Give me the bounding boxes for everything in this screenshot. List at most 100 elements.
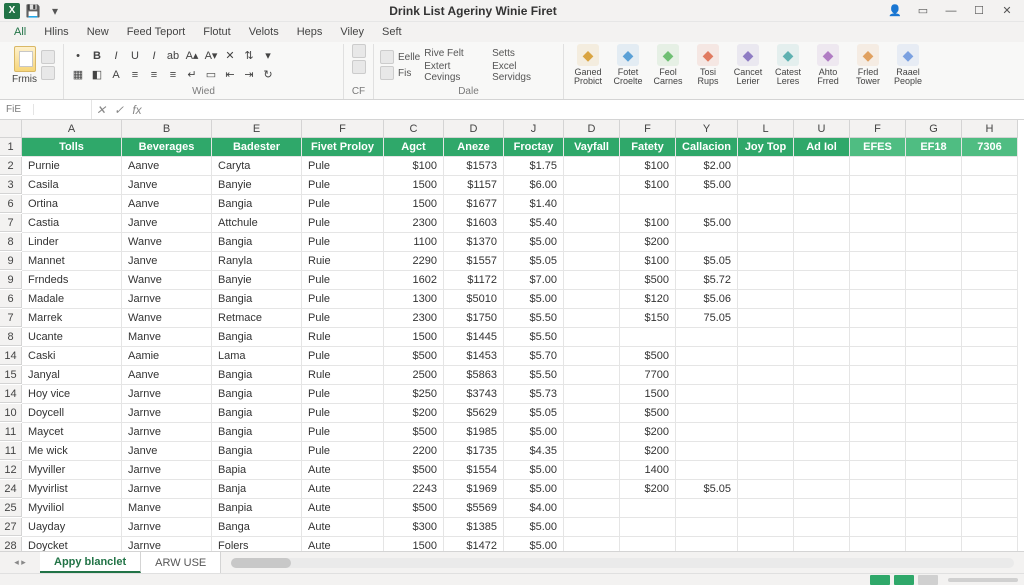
cell[interactable] [794,271,850,290]
cell[interactable]: Pule [302,176,384,195]
cell[interactable] [850,347,906,366]
table-header-cell[interactable]: Joy Top [738,138,794,157]
cell[interactable] [794,309,850,328]
ribbon-bigbtn-3[interactable]: ◆Tosi Rups [690,44,726,86]
cell[interactable] [962,195,1018,214]
cell[interactable] [906,252,962,271]
cell[interactable]: Caryta [212,157,302,176]
menu-tab-new[interactable]: New [79,24,117,40]
cell[interactable]: $1603 [444,214,504,233]
cell[interactable]: Jarnve [122,461,212,480]
name-box[interactable] [34,100,92,119]
cell[interactable] [794,537,850,551]
cell[interactable] [850,461,906,480]
cell[interactable]: 2300 [384,214,444,233]
row-header[interactable]: 8 [0,328,22,346]
cell[interactable] [794,461,850,480]
cell[interactable] [620,518,676,537]
more-font-button[interactable]: ▾ [260,48,276,64]
cell[interactable] [620,499,676,518]
ribbon-bigbtn-0[interactable]: ◆Ganed Probict [570,44,606,86]
cell[interactable]: 1500 [384,195,444,214]
column-header[interactable]: G [906,120,962,138]
italic-button[interactable]: I [108,48,124,64]
row-header[interactable]: 15 [0,366,22,384]
row-header[interactable]: 3 [0,176,22,194]
cancel-fx-icon[interactable]: ✕ [92,103,110,117]
mid-row-3[interactable]: Rive Felt [424,48,488,59]
column-header[interactable]: B [122,120,212,138]
cell[interactable]: Aamie [122,347,212,366]
mid-row-4[interactable]: Extert Cevings [424,61,488,83]
cell[interactable] [738,271,794,290]
cell[interactable] [906,271,962,290]
cell[interactable]: Mannet [22,252,122,271]
cell[interactable]: $5.05 [504,404,564,423]
cell[interactable] [676,366,738,385]
cell[interactable]: Madale [22,290,122,309]
sheet-tab-active[interactable]: Appy blanclet [40,552,141,573]
column-header[interactable]: F [850,120,906,138]
column-header[interactable]: H [962,120,1018,138]
cell[interactable]: $5.05 [676,480,738,499]
merge-button[interactable]: ▭ [203,67,219,83]
cell[interactable]: $5863 [444,366,504,385]
column-header[interactable]: D [564,120,620,138]
cell[interactable] [794,404,850,423]
cell[interactable] [564,499,620,518]
cell[interactable] [906,461,962,480]
cell[interactable]: $1969 [444,480,504,499]
row-header[interactable]: 8 [0,233,22,251]
cell[interactable]: Bangia [212,233,302,252]
row-header[interactable]: 14 [0,347,22,365]
cell[interactable]: 1300 [384,290,444,309]
cell[interactable]: Manve [122,499,212,518]
cell[interactable] [676,404,738,423]
cell[interactable]: $1.75 [504,157,564,176]
cell[interactable]: Purnie [22,157,122,176]
cell[interactable]: $500 [384,423,444,442]
cell[interactable]: 2243 [384,480,444,499]
cell[interactable]: Casila [22,176,122,195]
cell[interactable] [850,271,906,290]
cell[interactable]: $5629 [444,404,504,423]
cell[interactable] [676,195,738,214]
cell[interactable] [738,518,794,537]
cell[interactable]: $1573 [444,157,504,176]
cell[interactable]: 2500 [384,366,444,385]
cell[interactable]: Aanve [122,366,212,385]
cell[interactable] [564,385,620,404]
cell[interactable] [794,499,850,518]
cell[interactable] [906,442,962,461]
cell[interactable]: $3743 [444,385,504,404]
cell[interactable] [564,423,620,442]
font-grow-button[interactable]: A▴ [184,48,200,64]
cell[interactable]: Janve [122,214,212,233]
cell[interactable]: Banga [212,518,302,537]
row-header[interactable]: 28 [0,537,22,551]
cell[interactable]: 1500 [384,537,444,551]
cell[interactable] [850,404,906,423]
sheet-tab-second[interactable]: ARW USE [141,552,221,573]
cell[interactable]: $6.00 [504,176,564,195]
cell[interactable]: Wanve [122,271,212,290]
cell[interactable] [906,366,962,385]
cell[interactable]: 2300 [384,309,444,328]
cell[interactable]: $200 [620,480,676,499]
cell[interactable] [738,442,794,461]
clear-format-button[interactable]: ✕ [222,48,238,64]
user-icon[interactable]: 👤 [882,2,908,20]
cell[interactable] [794,366,850,385]
cell[interactable] [738,499,794,518]
cell[interactable]: Aute [302,499,384,518]
cell[interactable] [794,385,850,404]
cell[interactable] [738,461,794,480]
cell[interactable] [564,309,620,328]
cell[interactable] [738,157,794,176]
cell[interactable]: $100 [620,157,676,176]
cell[interactable] [676,328,738,347]
cell[interactable]: Jarnve [122,423,212,442]
cell[interactable]: $1735 [444,442,504,461]
cell[interactable]: $500 [620,404,676,423]
cell[interactable]: 1100 [384,233,444,252]
